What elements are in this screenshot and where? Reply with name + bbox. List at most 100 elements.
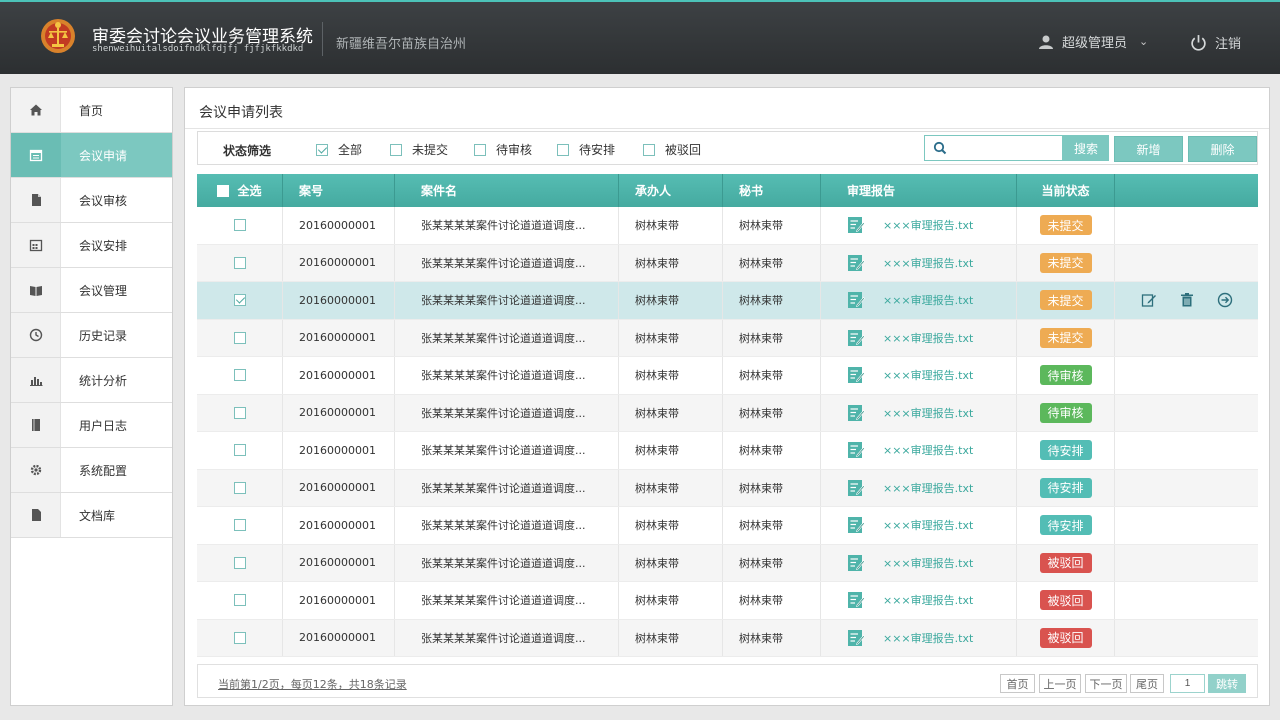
- go-page-button[interactable]: 跳转: [1208, 674, 1246, 693]
- report-link[interactable]: ×××审理报告.txt: [883, 405, 973, 421]
- row-checkbox[interactable]: [233, 294, 246, 307]
- report-file-icon[interactable]: [847, 479, 865, 497]
- report-link[interactable]: ×××审理报告.txt: [883, 442, 973, 458]
- report-file-icon[interactable]: [847, 366, 865, 384]
- report-file-icon[interactable]: [847, 216, 865, 234]
- report-file-icon[interactable]: [847, 291, 865, 309]
- add-button[interactable]: 新增: [1114, 136, 1183, 162]
- table-row[interactable]: 20160000001 张某某某某案件讨论道道道调度... 树林束带 树林束带 ×××审…: [197, 469, 1258, 507]
- report-file-icon[interactable]: [847, 629, 865, 647]
- table-row[interactable]: 20160000001 张某某某某案件讨论道道道调度... 树林束带 树林束带 ×××审…: [197, 619, 1258, 657]
- column-header-case-name[interactable]: 案件名: [395, 174, 619, 207]
- sidebar-item-user-log[interactable]: 用户日志: [11, 403, 172, 448]
- table-row[interactable]: 20160000001 张某某某某案件讨论道道道调度... 树林束带 树林束带 ×××审…: [197, 357, 1258, 395]
- row-checkbox[interactable]: [233, 594, 246, 607]
- table-row[interactable]: 20160000001 张某某某某案件讨论道道道调度... 树林束带 树林束带 ×××审…: [197, 394, 1258, 432]
- delete-button[interactable]: 删除: [1188, 136, 1257, 162]
- book-icon: [11, 268, 61, 312]
- table-row[interactable]: 20160000001 张某某某某案件讨论道道道调度... 树林束带 树林束带 ×××审…: [197, 319, 1258, 357]
- sidebar-item-history[interactable]: 历史记录: [11, 313, 172, 358]
- status-cell: 未提交: [1017, 319, 1115, 356]
- report-link[interactable]: ×××审理报告.txt: [883, 255, 973, 271]
- search-button[interactable]: 搜索: [1063, 135, 1109, 161]
- report-file-icon[interactable]: [847, 516, 865, 534]
- arrow-right-circle-icon[interactable]: [1217, 292, 1233, 308]
- row-checkbox[interactable]: [233, 444, 246, 457]
- row-checkbox[interactable]: [233, 481, 246, 494]
- table-row[interactable]: 20160000001 张某某某某案件讨论道道道调度... 树林束带 树林束带 ×××审…: [197, 507, 1258, 545]
- sidebar-item-meeting-management[interactable]: 会议管理: [11, 268, 172, 313]
- checkbox[interactable]: [390, 143, 402, 156]
- filter-option-all[interactable]: 全部: [316, 141, 362, 158]
- report-link[interactable]: ×××审理报告.txt: [883, 592, 973, 608]
- sidebar-item-meeting-review[interactable]: 会议审核: [11, 178, 172, 223]
- report-file-icon[interactable]: [847, 554, 865, 572]
- table-row[interactable]: 20160000001 张某某某某案件讨论道道道调度... 树林束带 树林束带 ×××审…: [197, 432, 1258, 470]
- report-file-icon[interactable]: [847, 254, 865, 272]
- first-page-button[interactable]: 首页: [1000, 674, 1035, 693]
- table-row[interactable]: 20160000001 张某某某某案件讨论道道道调度... 树林束带 树林束带 ×××审…: [197, 282, 1258, 320]
- select-all-header[interactable]: 全选: [197, 174, 283, 207]
- report-link[interactable]: ×××审理报告.txt: [883, 367, 973, 383]
- row-checkbox[interactable]: [233, 256, 246, 269]
- logout-button[interactable]: 注销: [1190, 33, 1241, 52]
- column-header-secretary[interactable]: 秘书: [723, 174, 821, 207]
- report-link[interactable]: ×××审理报告.txt: [883, 630, 973, 646]
- sidebar-item-system-config[interactable]: 系统配置: [11, 448, 172, 493]
- report-file-icon[interactable]: [847, 404, 865, 422]
- row-checkbox[interactable]: [233, 406, 246, 419]
- report-link[interactable]: ×××审理报告.txt: [883, 217, 973, 233]
- table-row[interactable]: 20160000001 张某某某某案件讨论道道道调度... 树林束带 树林束带 ×××审…: [197, 544, 1258, 582]
- report-link[interactable]: ×××审理报告.txt: [883, 517, 973, 533]
- report-file-icon[interactable]: [847, 441, 865, 459]
- report-link[interactable]: ×××审理报告.txt: [883, 555, 973, 571]
- last-page-button[interactable]: 尾页: [1130, 674, 1164, 693]
- column-header-status[interactable]: 当前状态: [1017, 174, 1115, 207]
- sidebar-item-statistics[interactable]: 统计分析: [11, 358, 172, 403]
- report-link[interactable]: ×××审理报告.txt: [883, 330, 973, 346]
- column-header-report[interactable]: 审理报告: [821, 174, 1017, 207]
- row-checkbox[interactable]: [233, 219, 246, 232]
- filter-option-unsubmitted[interactable]: 未提交: [390, 141, 448, 158]
- report-link[interactable]: ×××审理报告.txt: [883, 292, 973, 308]
- row-actions-cell: [1115, 432, 1258, 469]
- status-cell: 待安排: [1017, 507, 1115, 544]
- report-file-icon[interactable]: [847, 591, 865, 609]
- row-checkbox[interactable]: [233, 556, 246, 569]
- status-cell: 被驳回: [1017, 619, 1115, 656]
- page-number-input[interactable]: [1170, 674, 1205, 693]
- row-select-cell: [197, 394, 283, 431]
- filter-option-pending-review[interactable]: 待审核: [474, 141, 532, 158]
- column-header-handler[interactable]: 承办人: [619, 174, 723, 207]
- checkbox[interactable]: [557, 143, 569, 156]
- search-input[interactable]: [953, 139, 1058, 157]
- row-checkbox[interactable]: [233, 369, 246, 382]
- trash-icon[interactable]: [1179, 292, 1195, 308]
- report-link[interactable]: ×××审理报告.txt: [883, 480, 973, 496]
- row-checkbox[interactable]: [233, 519, 246, 532]
- edit-icon[interactable]: [1141, 292, 1157, 308]
- table-row[interactable]: 20160000001 张某某某某案件讨论道道道调度... 树林束带 树林束带 ×××审…: [197, 207, 1258, 245]
- checkbox[interactable]: [474, 143, 486, 156]
- table-row[interactable]: 20160000001 张某某某某案件讨论道道道调度... 树林束带 树林束带 ×××审…: [197, 244, 1258, 282]
- row-checkbox[interactable]: [233, 331, 246, 344]
- document-icon: [11, 178, 61, 222]
- user-menu[interactable]: 超级管理员 ⌄: [1038, 32, 1148, 51]
- filter-option-rejected[interactable]: 被驳回: [643, 141, 701, 158]
- select-all-checkbox[interactable]: [217, 184, 230, 197]
- column-header-case-no[interactable]: 案号: [283, 174, 395, 207]
- prev-page-button[interactable]: 上一页: [1039, 674, 1081, 693]
- report-file-icon[interactable]: [847, 329, 865, 347]
- row-checkbox[interactable]: [233, 631, 246, 644]
- checkbox[interactable]: [643, 143, 655, 156]
- sidebar-item-meeting-arrangement[interactable]: 会议安排: [11, 223, 172, 268]
- case-name: 张某某某某案件讨论道道道调度...: [395, 432, 619, 469]
- checkbox[interactable]: [316, 143, 328, 156]
- table-row[interactable]: 20160000001 张某某某某案件讨论道道道调度... 树林束带 树林束带 ×××审…: [197, 582, 1258, 620]
- filter-option-pending-arrangement[interactable]: 待安排: [557, 141, 615, 158]
- sidebar-item-meeting-application[interactable]: 会议申请: [11, 133, 172, 178]
- sidebar-item-home[interactable]: 首页: [11, 88, 172, 133]
- title-divider: [185, 128, 1269, 129]
- next-page-button[interactable]: 下一页: [1085, 674, 1127, 693]
- sidebar-item-document-library[interactable]: 文档库: [11, 493, 172, 538]
